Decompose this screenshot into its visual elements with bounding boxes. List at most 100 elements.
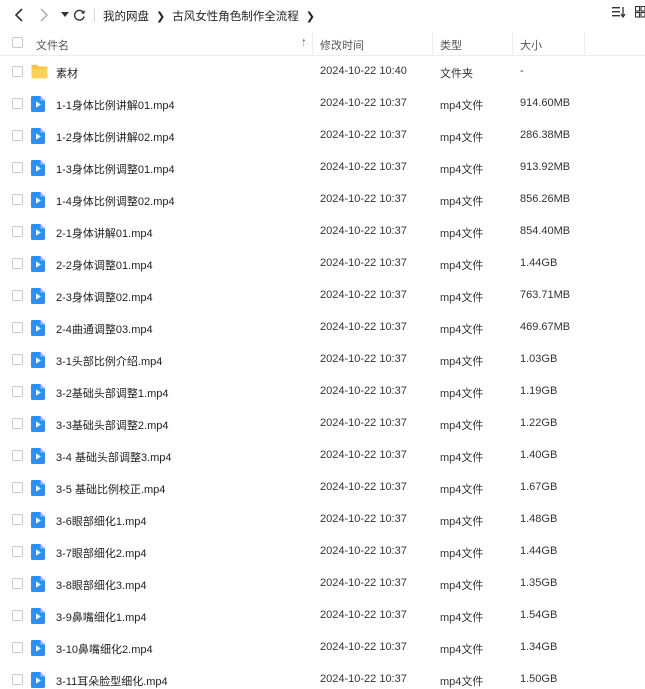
- file-name[interactable]: 2-2身体调整01.mp4: [56, 257, 153, 273]
- file-row[interactable]: 素材 2024-10-22 10:40 文件夹 -: [0, 56, 645, 88]
- row-checkbox[interactable]: [12, 386, 23, 397]
- row-checkbox[interactable]: [12, 514, 23, 525]
- sort-button[interactable]: [612, 6, 626, 21]
- file-name[interactable]: 3-10鼻嘴细化2.mp4: [56, 641, 153, 657]
- file-row[interactable]: 1-2身体比例讲解02.mp4 2024-10-22 10:37 mp4文件 286.…: [0, 120, 645, 152]
- video-file-icon: [31, 544, 45, 563]
- column-divider[interactable]: [312, 32, 313, 54]
- file-name[interactable]: 2-4曲通调整03.mp4: [56, 321, 153, 337]
- column-size-header[interactable]: 大小: [520, 37, 542, 53]
- file-row[interactable]: 2-3身体调整02.mp4 2024-10-22 10:37 mp4文件 763.71…: [0, 280, 645, 312]
- file-name[interactable]: 3-11耳朵脸型细化.mp4: [56, 673, 168, 689]
- column-modified-header[interactable]: 修改时间: [320, 37, 364, 53]
- row-checkbox[interactable]: [12, 578, 23, 589]
- file-name[interactable]: 3-3基础头部调整2.mp4: [56, 417, 168, 433]
- file-row[interactable]: 3-11耳朵脸型细化.mp4 2024-10-22 10:37 mp4文件 1.50G…: [0, 664, 645, 689]
- file-row[interactable]: 3-4 基础头部调整3.mp4 2024-10-22 10:37 mp4文件 1.40…: [0, 440, 645, 472]
- file-type: mp4文件: [440, 260, 484, 272]
- row-checkbox[interactable]: [12, 610, 23, 621]
- file-name[interactable]: 1-1身体比例讲解01.mp4: [56, 97, 175, 113]
- file-name[interactable]: 3-6眼部细化1.mp4: [56, 513, 146, 529]
- file-row[interactable]: 3-5 基础比例校正.mp4 2024-10-22 10:37 mp4文件 1.67G…: [0, 472, 645, 504]
- row-checkbox[interactable]: [12, 194, 23, 205]
- row-checkbox[interactable]: [12, 418, 23, 429]
- video-file-icon: [31, 192, 45, 211]
- row-checkbox[interactable]: [12, 290, 23, 301]
- file-row[interactable]: 3-7眼部细化2.mp4 2024-10-22 10:37 mp4文件 1.44GB: [0, 536, 645, 568]
- file-name[interactable]: 3-4 基础头部调整3.mp4: [56, 449, 172, 465]
- file-type: mp4文件: [440, 356, 484, 368]
- row-checkbox[interactable]: [12, 258, 23, 269]
- breadcrumb-root[interactable]: 我的网盘: [103, 8, 149, 24]
- file-row[interactable]: 3-2基础头部调整1.mp4 2024-10-22 10:37 mp4文件 1.19G…: [0, 376, 645, 408]
- file-type: mp4文件: [440, 420, 484, 432]
- file-size: 1.19GB: [520, 385, 558, 397]
- file-type: mp4文件: [440, 324, 484, 336]
- file-name[interactable]: 3-7眼部细化2.mp4: [56, 545, 146, 561]
- file-modified: 2024-10-22 10:37: [320, 289, 407, 301]
- file-row[interactable]: 1-4身体比例调整02.mp4 2024-10-22 10:37 mp4文件 856.…: [0, 184, 645, 216]
- file-name[interactable]: 2-3身体调整02.mp4: [56, 289, 153, 305]
- column-divider[interactable]: [512, 32, 513, 54]
- breadcrumb-current[interactable]: 古风女性角色制作全流程: [172, 8, 299, 24]
- file-modified: 2024-10-22 10:37: [320, 449, 407, 461]
- file-row[interactable]: 3-3基础头部调整2.mp4 2024-10-22 10:37 mp4文件 1.22G…: [0, 408, 645, 440]
- file-name[interactable]: 3-9鼻嘴细化1.mp4: [56, 609, 146, 625]
- file-name[interactable]: 1-3身体比例调整01.mp4: [56, 161, 175, 177]
- file-row[interactable]: 3-8眼部细化3.mp4 2024-10-22 10:37 mp4文件 1.35GB: [0, 568, 645, 600]
- file-row[interactable]: 3-6眼部细化1.mp4 2024-10-22 10:37 mp4文件 1.48GB: [0, 504, 645, 536]
- file-name[interactable]: 1-2身体比例讲解02.mp4: [56, 129, 175, 145]
- file-name[interactable]: 2-1身体讲解01.mp4: [56, 225, 153, 241]
- row-checkbox[interactable]: [12, 354, 23, 365]
- row-checkbox[interactable]: [12, 66, 23, 77]
- file-name[interactable]: 素材: [56, 65, 78, 81]
- back-button[interactable]: [10, 5, 28, 25]
- file-modified: 2024-10-22 10:37: [320, 193, 407, 205]
- forward-button[interactable]: [35, 5, 53, 25]
- video-file-icon: [31, 128, 45, 147]
- row-checkbox[interactable]: [12, 546, 23, 557]
- row-checkbox[interactable]: [12, 162, 23, 173]
- row-checkbox[interactable]: [12, 98, 23, 109]
- grid-view-button[interactable]: [634, 5, 645, 21]
- file-name[interactable]: 1-4身体比例调整02.mp4: [56, 193, 175, 209]
- file-row[interactable]: 3-9鼻嘴细化1.mp4 2024-10-22 10:37 mp4文件 1.54GB: [0, 600, 645, 632]
- video-file-icon: [31, 480, 45, 499]
- file-row[interactable]: 2-1身体讲解01.mp4 2024-10-22 10:37 mp4文件 854.40…: [0, 216, 645, 248]
- row-checkbox[interactable]: [12, 130, 23, 141]
- row-checkbox[interactable]: [12, 674, 23, 685]
- file-type: mp4文件: [440, 196, 484, 208]
- file-modified: 2024-10-22 10:37: [320, 481, 407, 493]
- column-divider[interactable]: [584, 32, 585, 54]
- file-size: 914.60MB: [520, 97, 571, 109]
- column-divider[interactable]: [432, 32, 433, 54]
- video-file-icon: [31, 640, 45, 659]
- file-row[interactable]: 3-10鼻嘴细化2.mp4 2024-10-22 10:37 mp4文件 1.34GB: [0, 632, 645, 664]
- sort-ascending-icon[interactable]: 🠑: [302, 36, 306, 53]
- row-checkbox[interactable]: [12, 226, 23, 237]
- column-type-header[interactable]: 类型: [440, 37, 462, 53]
- file-size: 1.54GB: [520, 609, 558, 621]
- refresh-button[interactable]: [70, 5, 88, 25]
- file-size: 763.71MB: [520, 289, 571, 301]
- file-modified: 2024-10-22 10:37: [320, 257, 407, 269]
- file-name[interactable]: 3-5 基础比例校正.mp4: [56, 481, 165, 497]
- file-row[interactable]: 1-3身体比例调整01.mp4 2024-10-22 10:37 mp4文件 913.…: [0, 152, 645, 184]
- select-all-checkbox[interactable]: [12, 37, 23, 48]
- file-name[interactable]: 3-2基础头部调整1.mp4: [56, 385, 168, 401]
- file-row[interactable]: 2-4曲通调整03.mp4 2024-10-22 10:37 mp4文件 469.67…: [0, 312, 645, 344]
- file-size: 1.03GB: [520, 353, 558, 365]
- file-type: mp4文件: [440, 676, 484, 688]
- row-checkbox[interactable]: [12, 482, 23, 493]
- file-name[interactable]: 3-8眼部细化3.mp4: [56, 577, 146, 593]
- row-checkbox[interactable]: [12, 450, 23, 461]
- column-name-header[interactable]: 文件名: [36, 37, 69, 53]
- file-name[interactable]: 3-1头部比例介绍.mp4: [56, 353, 162, 369]
- file-row[interactable]: 3-1头部比例介绍.mp4 2024-10-22 10:37 mp4文件 1.03GB: [0, 344, 645, 376]
- row-checkbox[interactable]: [12, 322, 23, 333]
- file-row[interactable]: 2-2身体调整01.mp4 2024-10-22 10:37 mp4文件 1.44GB: [0, 248, 645, 280]
- row-checkbox[interactable]: [12, 642, 23, 653]
- video-file-icon: [31, 416, 45, 435]
- file-row[interactable]: 1-1身体比例讲解01.mp4 2024-10-22 10:37 mp4文件 914.…: [0, 88, 645, 120]
- file-type: mp4文件: [440, 484, 484, 496]
